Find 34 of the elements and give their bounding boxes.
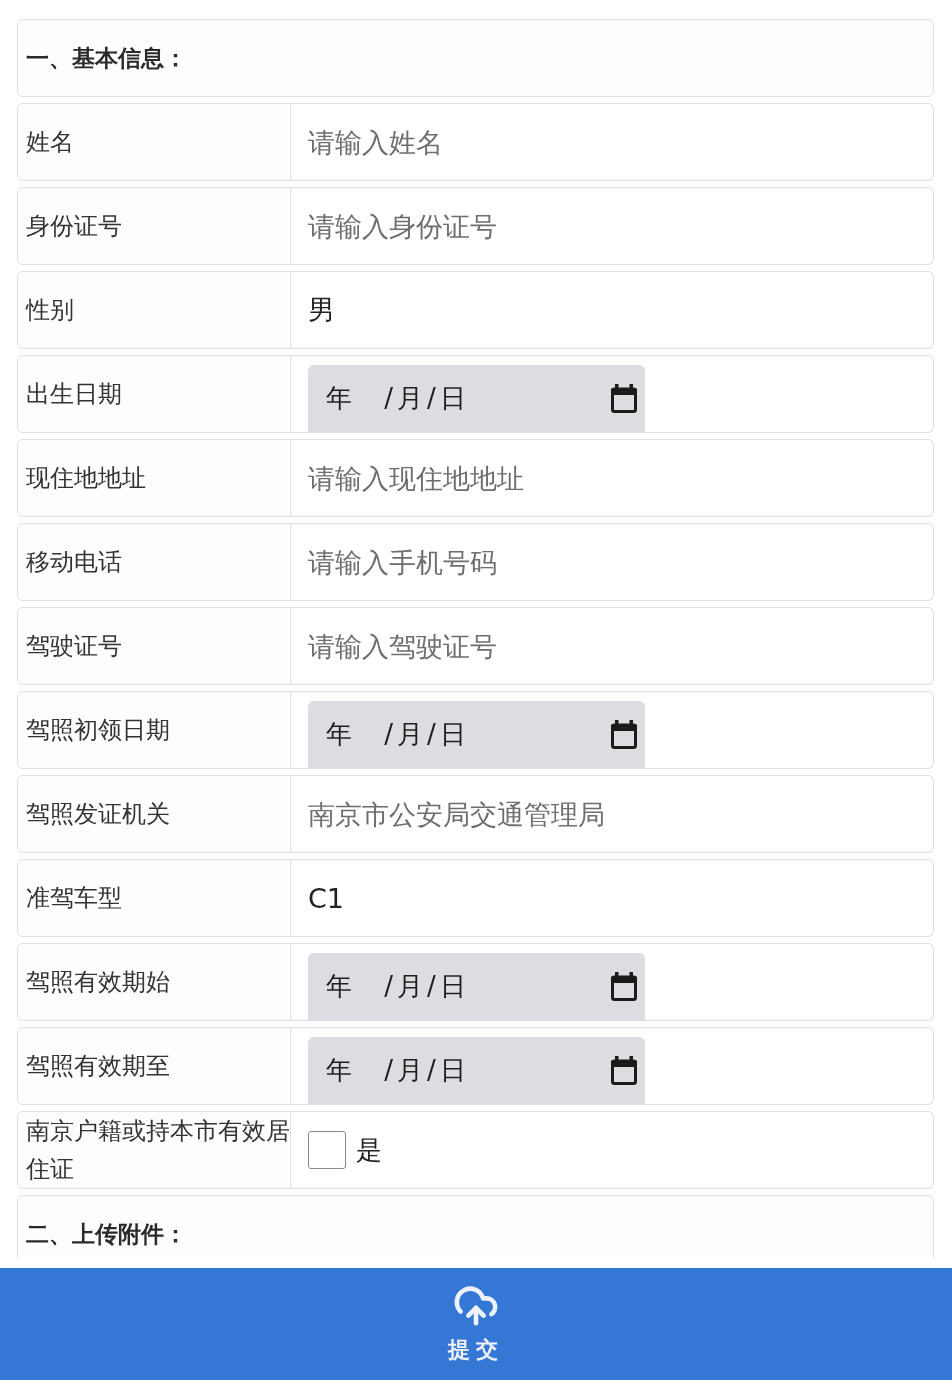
field-label: 驾照有效期至 [26,1051,170,1082]
calendar-icon [611,1056,637,1085]
input-field[interactable]: 请输入现住地地址 [291,439,934,517]
field-label: 身份证号 [26,211,122,242]
input-field[interactable]: 南京市公安局交通管理局 [291,775,934,853]
calendar-icon [611,384,637,413]
field-label: 姓名 [26,127,74,158]
field-label: 驾照发证机关 [26,799,170,830]
submit-button[interactable]: 提交 [448,1283,504,1365]
date-field[interactable]: 年 /月/日 [308,1037,645,1104]
checkbox[interactable] [308,1131,346,1169]
input-field[interactable]: 请输入驾驶证号 [291,607,934,685]
date-field[interactable]: 年 /月/日 [308,365,645,432]
input-field[interactable]: 男 [291,271,934,349]
field-label: 准驾车型 [26,883,122,914]
field-label: 移动电话 [26,547,122,578]
input-field[interactable]: 请输入姓名 [291,103,934,181]
date-field[interactable]: 年 /月/日 [308,953,645,1020]
field-label: 南京户籍或持本市有效居住证 [26,1116,290,1185]
field-label: 驾照初领日期 [26,715,170,746]
field-label: 驾照有效期始 [26,967,170,998]
checkbox-label[interactable]: 是 [356,1132,382,1168]
date-field[interactable]: 年 /月/日 [308,701,645,768]
input-field[interactable]: C1 [291,859,934,937]
calendar-icon [611,720,637,749]
calendar-icon [611,972,637,1001]
field-label: 驾驶证号 [26,631,122,662]
field-label: 出生日期 [26,379,122,410]
input-field[interactable]: 请输入手机号码 [291,523,934,601]
section-title: 一、基本信息： [26,43,187,73]
section-title: 二、上传附件： [26,1219,187,1249]
input-field[interactable]: 请输入身份证号 [291,187,934,265]
field-label: 现住地地址 [26,463,146,494]
field-label: 性别 [26,295,74,326]
